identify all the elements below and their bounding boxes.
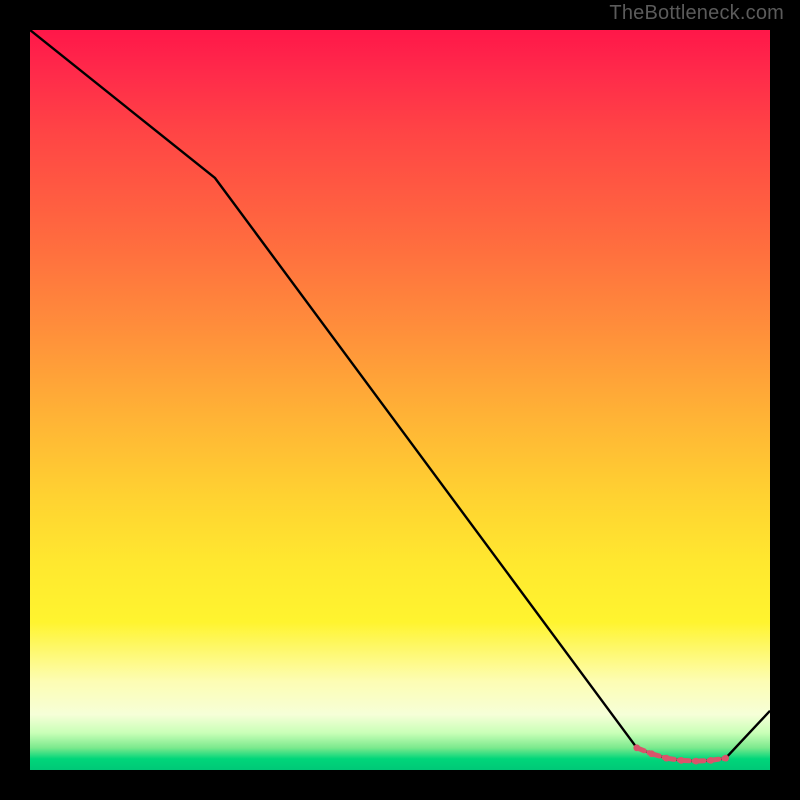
flat-segment-dot — [693, 758, 700, 765]
flat-segment-markers — [633, 744, 729, 764]
flat-segment-dot — [678, 757, 685, 764]
flat-segment-dot — [633, 744, 640, 751]
line-chart-svg — [30, 30, 770, 770]
flat-segment-dot — [707, 757, 714, 764]
flat-segment-dot — [648, 750, 655, 757]
attribution-text: TheBottleneck.com — [609, 2, 784, 25]
plot-area — [30, 30, 770, 770]
flat-segment-dot — [663, 755, 670, 762]
chart-frame: TheBottleneck.com — [0, 0, 800, 800]
flat-segment-dot — [722, 755, 729, 762]
series-curve — [30, 30, 770, 761]
